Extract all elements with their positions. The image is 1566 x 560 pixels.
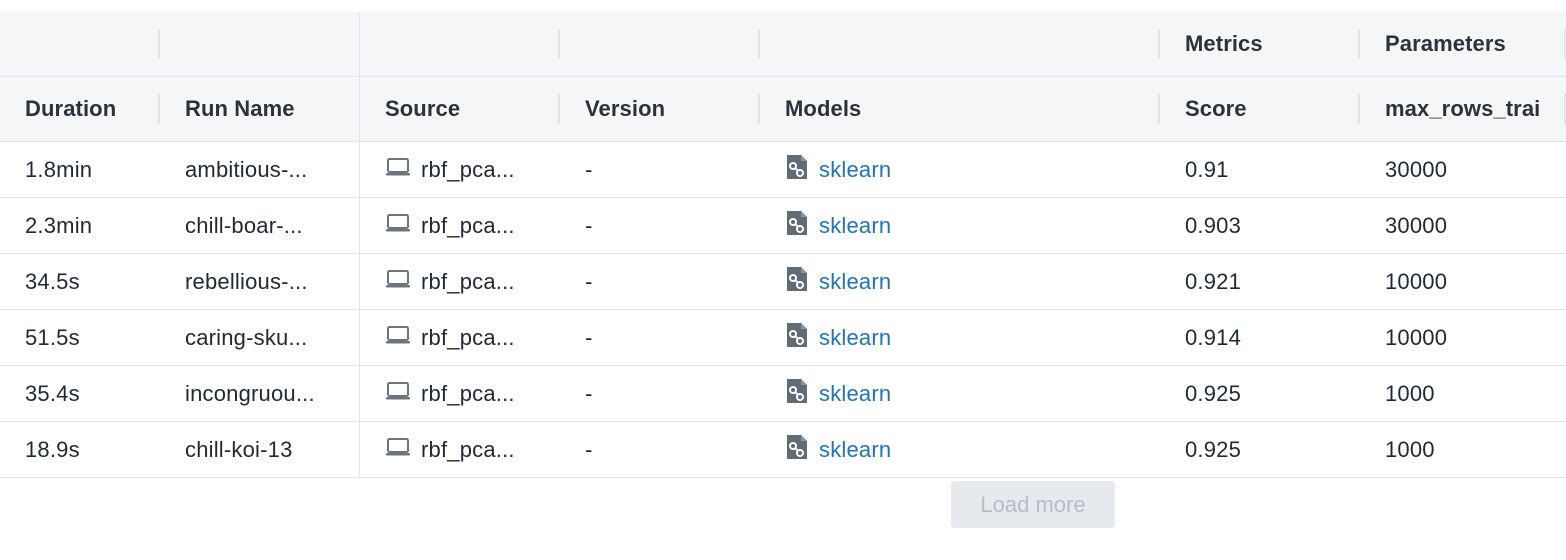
model-file-icon (785, 377, 809, 411)
model-link[interactable]: sklearn (819, 325, 891, 351)
group-header-parameters: Parameters (1360, 12, 1566, 76)
models-cell: sklearn (760, 422, 1160, 477)
table-row: 2.3min chill-boar-... rbf_pca... - sklearn 0.… (0, 198, 1566, 254)
model-file-icon (785, 265, 809, 299)
table-row: 34.5s rebellious-... rbf_pca... - sklearn 0.9… (0, 254, 1566, 310)
score-cell: 0.914 (1185, 324, 1242, 350)
model-file-icon (785, 433, 809, 467)
source-cell[interactable]: rbf_pca... (360, 254, 560, 309)
source-label: rbf_pca... (421, 212, 515, 238)
max-rows-cell: 10000 (1385, 324, 1448, 350)
run-name-link[interactable]: caring-sku... (160, 310, 360, 365)
table-row: 1.8min ambitious-... rbf_pca... - sklearn 0.9… (0, 142, 1566, 198)
source-cell[interactable]: rbf_pca... (360, 198, 560, 253)
laptop-icon (385, 157, 411, 183)
source-label: rbf_pca... (421, 380, 515, 406)
run-name-link[interactable]: chill-boar-... (160, 198, 360, 253)
max-rows-cell: 1000 (1385, 380, 1435, 406)
column-header-version[interactable]: Version (560, 77, 760, 141)
source-cell[interactable]: rbf_pca... (360, 366, 560, 421)
source-label: rbf_pca... (421, 156, 515, 182)
column-header-duration[interactable]: Duration (0, 77, 160, 141)
laptop-icon (385, 381, 411, 407)
column-header-run-name[interactable]: Run Name (160, 77, 360, 141)
models-cell: sklearn (760, 198, 1160, 253)
model-file-icon (785, 153, 809, 187)
laptop-icon (385, 325, 411, 351)
score-cell: 0.925 (1185, 380, 1242, 406)
duration-cell: 51.5s (25, 324, 80, 350)
source-label: rbf_pca... (421, 268, 515, 294)
model-link[interactable]: sklearn (819, 381, 891, 407)
group-header-metrics: Metrics (1160, 12, 1360, 76)
column-header-max-rows[interactable]: max_rows_trai (1360, 77, 1566, 141)
score-cell: 0.903 (1185, 212, 1242, 238)
max-rows-cell: 30000 (1385, 212, 1448, 238)
laptop-icon (385, 437, 411, 463)
version-cell: - (585, 156, 593, 182)
model-file-icon (785, 209, 809, 243)
run-name-link[interactable]: ambitious-... (160, 142, 360, 197)
column-header-row: Duration Run Name Source Version Models … (0, 77, 1566, 142)
models-cell: sklearn (760, 366, 1160, 421)
group-header-cell (0, 12, 160, 76)
column-header-score[interactable]: Score (1160, 77, 1360, 141)
model-link[interactable]: sklearn (819, 437, 891, 463)
max-rows-cell: 10000 (1385, 268, 1448, 294)
score-cell: 0.925 (1185, 436, 1242, 462)
duration-cell: 1.8min (25, 156, 93, 182)
model-link[interactable]: sklearn (819, 269, 891, 295)
group-header-cell (360, 12, 560, 76)
source-cell[interactable]: rbf_pca... (360, 422, 560, 477)
column-group-header-row: Metrics Parameters (0, 12, 1566, 77)
duration-cell: 35.4s (25, 380, 80, 406)
laptop-icon (385, 213, 411, 239)
source-cell[interactable]: rbf_pca... (360, 310, 560, 365)
load-more-button[interactable]: Load more (951, 481, 1115, 528)
table-row: 51.5s caring-sku... rbf_pca... - sklearn 0.91… (0, 310, 1566, 366)
version-cell: - (585, 324, 593, 350)
duration-cell: 2.3min (25, 212, 93, 238)
run-name-link[interactable]: rebellious-... (160, 254, 360, 309)
version-cell: - (585, 268, 593, 294)
duration-cell: 34.5s (25, 268, 80, 294)
model-link[interactable]: sklearn (819, 157, 891, 183)
version-cell: - (585, 380, 593, 406)
table-row: 35.4s incongruou... rbf_pca... - sklearn 0.92… (0, 366, 1566, 422)
models-cell: sklearn (760, 310, 1160, 365)
model-link[interactable]: sklearn (819, 213, 891, 239)
source-label: rbf_pca... (421, 436, 515, 462)
group-header-cell (560, 12, 760, 76)
model-file-icon (785, 321, 809, 355)
table-body: 1.8min ambitious-... rbf_pca... - sklearn 0.9… (0, 142, 1566, 478)
score-cell: 0.91 (1185, 156, 1229, 182)
models-cell: sklearn (760, 142, 1160, 197)
run-name-link[interactable]: incongruou... (160, 366, 360, 421)
group-header-cell (160, 12, 360, 76)
run-name-link[interactable]: chill-koi-13 (160, 422, 360, 477)
group-header-cell (760, 12, 1160, 76)
version-cell: - (585, 436, 593, 462)
source-label: rbf_pca... (421, 324, 515, 350)
laptop-icon (385, 269, 411, 295)
max-rows-cell: 30000 (1385, 156, 1448, 182)
models-cell: sklearn (760, 254, 1160, 309)
source-cell[interactable]: rbf_pca... (360, 142, 560, 197)
version-cell: - (585, 212, 593, 238)
duration-cell: 18.9s (25, 436, 80, 462)
column-header-source[interactable]: Source (360, 77, 560, 141)
max-rows-cell: 1000 (1385, 436, 1435, 462)
column-header-models[interactable]: Models (760, 77, 1160, 141)
table-row: 18.9s chill-koi-13 rbf_pca... - sklearn 0.925… (0, 422, 1566, 478)
score-cell: 0.921 (1185, 268, 1242, 294)
